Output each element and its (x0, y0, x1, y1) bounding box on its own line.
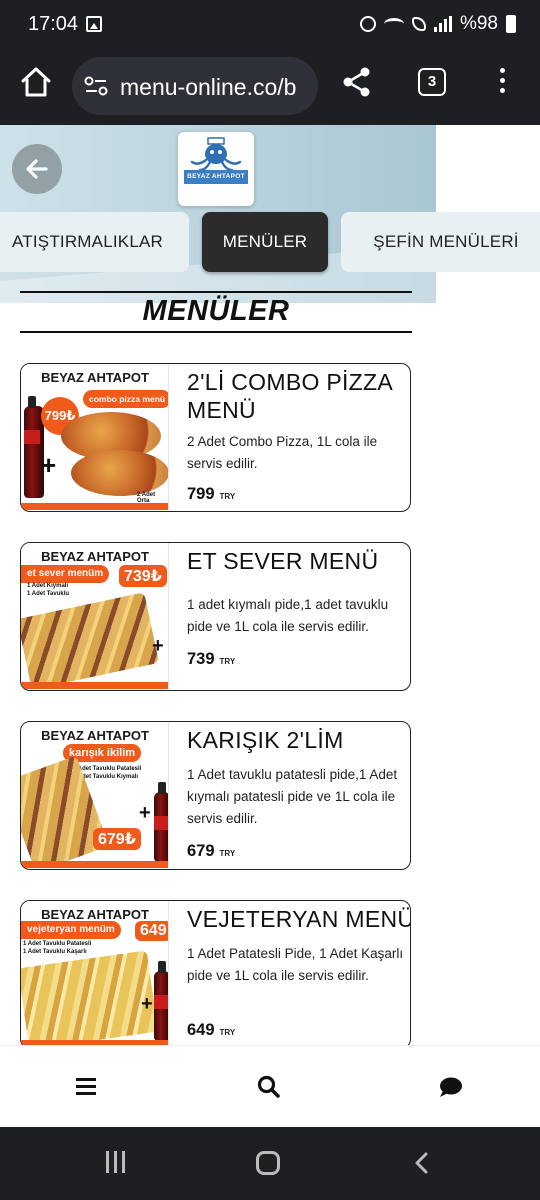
menu-item-card[interactable]: BEYAZ AHTAPOT vejeteryan menüm 649 1 Ade… (20, 900, 411, 1045)
system-home-button[interactable] (256, 1151, 280, 1175)
image-caption: 1 Adet Tavuklu Kaşarlı (23, 949, 87, 955)
image-caption: 1 Adet Kıymalı (27, 583, 69, 589)
menu-item-name: VEJETERYAN MENÜ (187, 906, 411, 932)
menu-item-description: 1 adet kıymalı pide,1 adet tavuklu pide … (187, 597, 389, 634)
price-value: 799 (187, 485, 215, 503)
section-divider (20, 291, 412, 293)
back-button[interactable] (12, 144, 62, 194)
pide-image (21, 592, 160, 689)
menu-item-price: 649 TRY (187, 1021, 235, 1040)
hamburger-menu-icon[interactable] (74, 1074, 100, 1100)
image-price-badge: 739₺ (119, 565, 167, 587)
chevron-left-icon (415, 1152, 428, 1174)
menu-item-name: KARIŞIK 2'LİM (187, 727, 344, 753)
price-value: 739 (187, 650, 215, 668)
menu-item-name: 2'Lİ COMBO PİZZA MENÜ (187, 369, 392, 423)
address-bar[interactable]: menu-online.co/b (72, 57, 318, 115)
image-brand-text: BEYAZ AHTAPOT (41, 370, 149, 385)
image-brand-text: BEYAZ AHTAPOT (41, 728, 149, 743)
tab-menuler[interactable]: MENÜLER (202, 212, 328, 272)
battery-icon (506, 15, 516, 33)
section-title: MENÜLER (142, 295, 290, 327)
more-options-icon[interactable] (494, 68, 510, 98)
signal-icon (433, 16, 452, 32)
image-caption: 1 Adet Tavuklu (27, 591, 70, 597)
bottom-navigation (0, 1045, 540, 1127)
menu-item-card[interactable]: BEYAZ AHTAPOT et sever menüm 739₺ 1 Adet… (20, 542, 411, 691)
price-currency: TRY (219, 492, 236, 501)
image-strip (21, 682, 168, 689)
recent-apps-button[interactable] (106, 1151, 130, 1175)
image-strip (21, 503, 168, 510)
price-value: 679 (187, 842, 215, 860)
menu-item-description: 1 Adet Patatesli Pide, 1 Adet Kaşarlı pi… (187, 946, 404, 983)
menu-item-card[interactable]: BEYAZ AHTAPOT 799₺ combo pizza menü + 2 … (20, 363, 411, 512)
menu-item-image: BEYAZ AHTAPOT 799₺ combo pizza menü + 2 … (21, 364, 169, 510)
image-price-badge: 679₺ (93, 828, 141, 850)
image-price-badge: 649 (135, 921, 168, 941)
url-text[interactable]: menu-online.co/b (120, 74, 296, 101)
image-badge: vejeteryan menüm (21, 921, 121, 939)
octopus-logo-icon (190, 137, 242, 172)
menu-item-description: 1 Adet tavuklu patatesli pide,1 Adet kıy… (187, 767, 398, 826)
share-button[interactable] (340, 65, 374, 99)
image-brand-text: BEYAZ AHTAPOT (41, 549, 149, 564)
browser-toolbar: menu-online.co/b 3 (0, 50, 540, 125)
logo-text: BEYAZ AHTAPOT (184, 170, 248, 184)
plus-icon: + (152, 635, 164, 657)
category-tabs: ATIŞTIRMALIKLAR MENÜLER ŞEFİN MENÜLERİ (0, 212, 540, 274)
arrow-left-icon (26, 159, 48, 179)
image-badge: combo pizza menü (83, 390, 168, 408)
alarm-icon (359, 16, 376, 32)
status-bar: 17:04 %98 (0, 0, 540, 50)
status-indicators: %98 (359, 13, 516, 35)
menu-item-image: BEYAZ AHTAPOT vejeteryan menüm 649 1 Ade… (21, 901, 169, 1045)
price-currency: TRY (219, 849, 236, 858)
tab-atistirmaliklar[interactable]: ATIŞTIRMALIKLAR (0, 212, 189, 272)
price-currency: TRY (219, 1028, 236, 1037)
menu-item-image: BEYAZ AHTAPOT karışık ikilim 1 Adet Tavu… (21, 722, 169, 868)
price-currency: TRY (219, 657, 236, 666)
cola-bottle-icon (154, 782, 168, 862)
plus-icon: + (139, 802, 151, 824)
plus-icon: + (41, 450, 57, 480)
image-brand-text: BEYAZ AHTAPOT (41, 907, 149, 922)
page-content: BEYAZ AHTAPOT ATIŞTIRMALIKLAR MENÜLER ŞE… (0, 125, 540, 1045)
search-icon[interactable] (256, 1074, 282, 1100)
site-settings-icon[interactable] (84, 76, 108, 96)
menu-item-price: 739 TRY (187, 650, 235, 669)
image-badge: et sever menüm (21, 565, 110, 583)
home-button[interactable] (18, 64, 54, 100)
image-caption: 1 Adet Tavuklu Patatesli (73, 766, 142, 772)
status-time: 17:04 (28, 13, 79, 35)
share-icon (343, 67, 370, 97)
section-divider (20, 331, 412, 333)
menu-item-description: 2 Adet Combo Pizza, 1L cola ile servis e… (187, 434, 378, 471)
restaurant-logo: BEYAZ AHTAPOT (178, 132, 254, 206)
gallery-notification-icon (86, 16, 102, 32)
tab-switcher-button[interactable]: 3 (418, 68, 446, 96)
battery-percent: %98 (459, 13, 498, 34)
tab-sefin-menuleri[interactable]: ŞEFİN MENÜLERİ (341, 212, 540, 272)
wifi-icon (383, 18, 404, 30)
wifi-call-icon (411, 17, 426, 31)
cola-bottle-icon (154, 961, 168, 1041)
chat-icon[interactable] (438, 1074, 464, 1100)
pide-image (21, 755, 110, 868)
pide-image (21, 950, 159, 1045)
menu-item-card[interactable]: BEYAZ AHTAPOT karışık ikilim 1 Adet Tavu… (20, 721, 411, 870)
home-icon (21, 67, 51, 97)
price-value: 649 (187, 1021, 215, 1039)
menu-item-price: 799 TRY (187, 485, 235, 504)
system-back-button[interactable] (410, 1151, 434, 1175)
plus-icon: + (141, 993, 153, 1015)
image-caption: 1 Adet Tavuklu Patatesli (23, 941, 92, 947)
system-navigation-bar (0, 1127, 540, 1200)
image-strip (21, 861, 168, 868)
pizza-image (71, 450, 168, 496)
menu-item-price: 679 TRY (187, 842, 235, 861)
menu-item-image: BEYAZ AHTAPOT et sever menüm 739₺ 1 Adet… (21, 543, 169, 689)
menu-item-name: ET SEVER MENÜ (187, 548, 379, 574)
